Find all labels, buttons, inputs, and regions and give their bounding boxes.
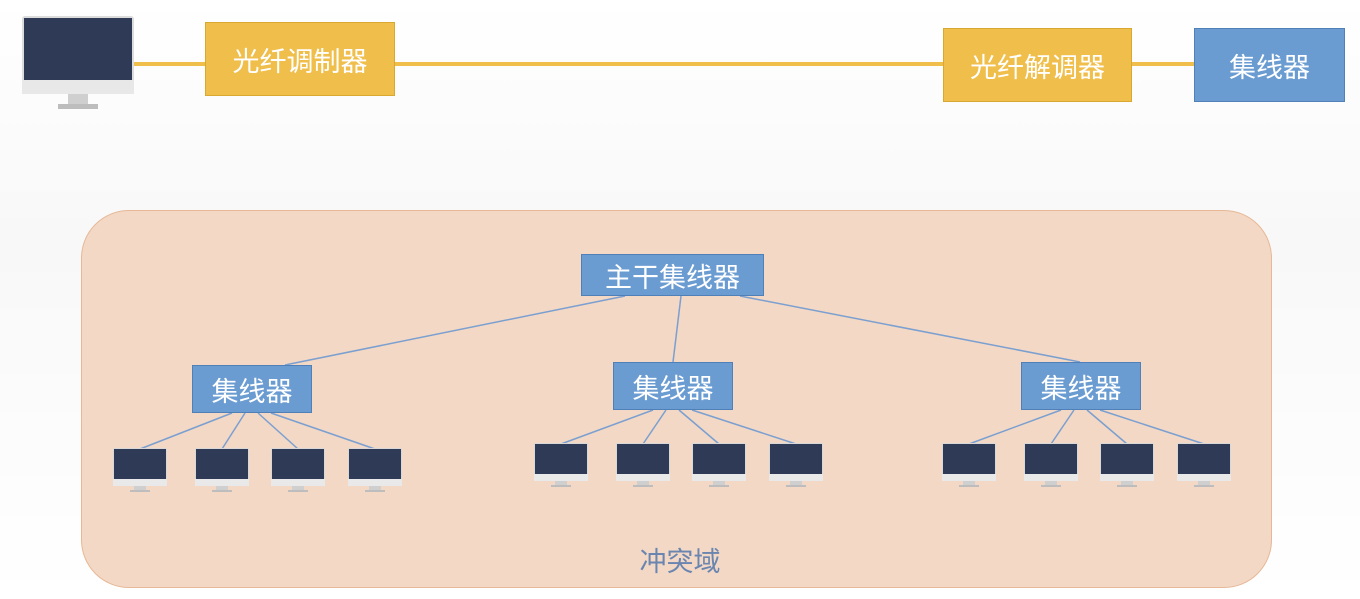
link-hub2-monitor2 xyxy=(1086,409,1128,445)
link-hub2-monitor3 xyxy=(1099,409,1205,445)
link-backbone-hub-left xyxy=(284,295,626,366)
monitor-icon xyxy=(195,448,249,492)
monitor-icon xyxy=(1024,443,1078,487)
hub-middle: 集线器 xyxy=(613,362,733,410)
monitor-icon xyxy=(271,448,325,492)
monitor-icon xyxy=(534,443,588,487)
monitor-icon xyxy=(769,443,823,487)
link-hub2-monitor1 xyxy=(1050,409,1075,445)
monitor-icon xyxy=(348,448,402,492)
diagram-canvas: 光纤调制器 光纤解调器 集线器 主干集线器 集线器 集线器 集线器 冲突域 xyxy=(0,0,1360,599)
monitor-icon xyxy=(1100,443,1154,487)
monitor-icon xyxy=(1177,443,1231,487)
monitor-icon xyxy=(113,448,167,492)
link-hub0-monitor3 xyxy=(270,412,376,450)
link-backbone-hub-middle xyxy=(672,295,682,363)
link-hub0-monitor1 xyxy=(221,412,246,450)
link-hub2-monitor0 xyxy=(968,409,1062,445)
network-links xyxy=(139,295,1205,450)
hub-left: 集线器 xyxy=(192,365,312,413)
hub-right: 集线器 xyxy=(1021,362,1141,410)
link-hub0-monitor2 xyxy=(257,412,299,450)
link-hub1-monitor0 xyxy=(560,409,654,445)
link-hub0-monitor0 xyxy=(139,412,233,450)
monitor-icon xyxy=(616,443,670,487)
link-hub1-monitor1 xyxy=(642,409,667,445)
monitor-icon xyxy=(942,443,996,487)
backbone-hub: 主干集线器 xyxy=(581,254,764,296)
link-hub1-monitor3 xyxy=(691,409,797,445)
monitor-icon xyxy=(692,443,746,487)
link-backbone-hub-right xyxy=(739,295,1081,363)
link-hub1-monitor2 xyxy=(678,409,720,445)
collision-domain-label: 冲突域 xyxy=(639,547,721,578)
